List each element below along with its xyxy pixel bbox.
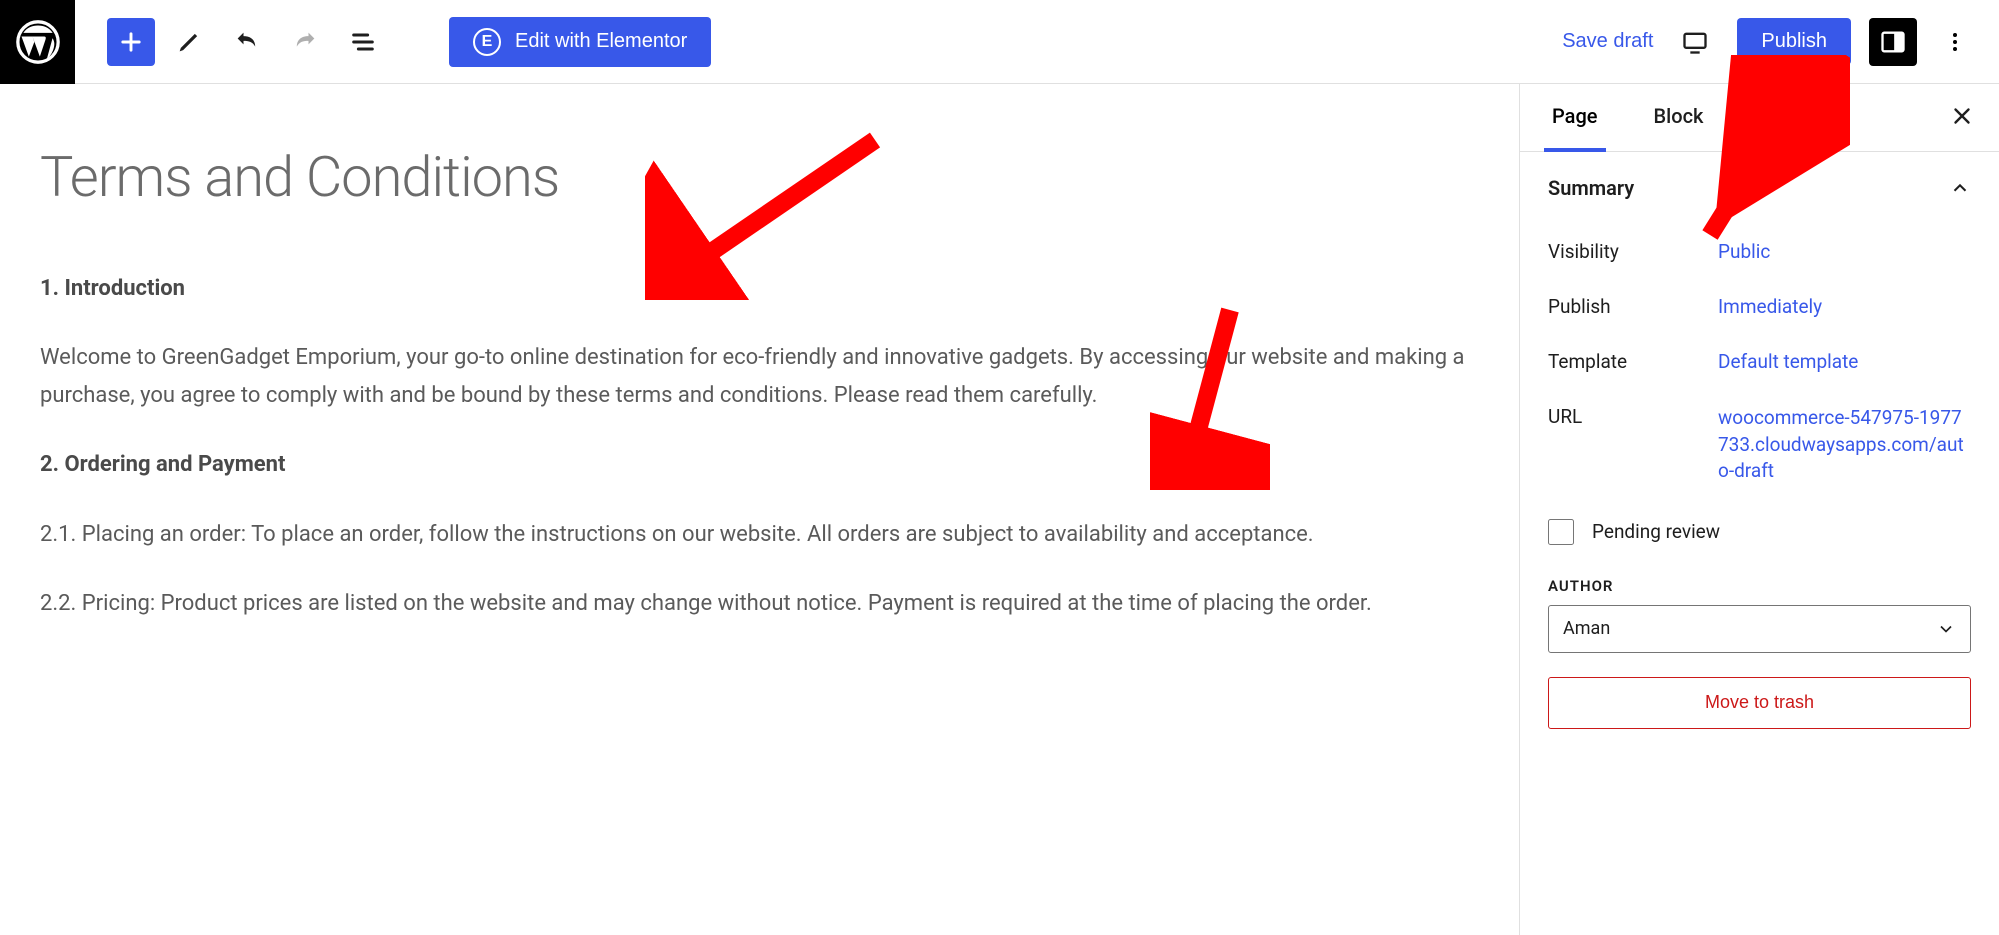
publish-date-label: Publish — [1548, 295, 1718, 318]
plus-icon — [117, 28, 145, 56]
template-value[interactable]: Default template — [1718, 350, 1858, 373]
editor-canvas[interactable]: Terms and Conditions 1. Introduction Wel… — [0, 84, 1519, 935]
pending-review-label: Pending review — [1592, 520, 1720, 543]
content-block[interactable]: 2.1. Placing an order: To place an order… — [40, 516, 1479, 553]
add-block-button[interactable] — [107, 18, 155, 66]
move-to-trash-button[interactable]: Move to trash — [1548, 677, 1971, 729]
content-block[interactable]: 1. Introduction — [40, 270, 1479, 307]
undo-button[interactable] — [223, 18, 271, 66]
url-value[interactable]: woocommerce-547975-1977733.cloudwaysapps… — [1718, 406, 1964, 482]
tab-page[interactable]: Page — [1544, 84, 1606, 152]
wordpress-icon — [16, 20, 60, 64]
visibility-value[interactable]: Public — [1718, 240, 1770, 263]
list-view-icon — [349, 28, 377, 56]
template-label: Template — [1548, 350, 1718, 373]
toolbar-right-group: Save draft Publish — [1562, 18, 1999, 66]
document-overview-button[interactable] — [339, 18, 387, 66]
summary-panel-body: Visibility Public Publish Immediately Te… — [1520, 224, 1999, 749]
template-row: Template Default template — [1548, 334, 1971, 389]
save-draft-button[interactable]: Save draft — [1562, 30, 1653, 53]
author-value: Aman — [1563, 618, 1610, 639]
publish-button[interactable]: Publish — [1737, 18, 1851, 65]
content-block[interactable]: 2.2. Pricing: Product prices are listed … — [40, 585, 1479, 622]
visibility-row: Visibility Public — [1548, 224, 1971, 279]
elementor-label: Edit with Elementor — [515, 30, 687, 53]
editor-top-bar: E Edit with Elementor Save draft Publish — [0, 0, 1999, 84]
page-content[interactable]: 1. Introduction Welcome to GreenGadget E… — [40, 270, 1479, 622]
undo-icon — [233, 28, 261, 56]
preview-button[interactable] — [1671, 18, 1719, 66]
summary-label: Summary — [1548, 176, 1634, 200]
tab-block[interactable]: Block — [1646, 84, 1712, 152]
url-row: URL woocommerce-547975-1977733.cloudways… — [1548, 389, 1971, 501]
options-button[interactable] — [1935, 18, 1975, 66]
publish-date-value[interactable]: Immediately — [1718, 295, 1822, 318]
pending-review-row[interactable]: Pending review — [1548, 501, 1971, 563]
tools-button[interactable] — [165, 18, 213, 66]
chevron-up-icon — [1949, 177, 1971, 199]
redo-icon — [291, 28, 319, 56]
content-block[interactable]: Welcome to GreenGadget Emporium, your go… — [40, 339, 1479, 414]
publish-row: Publish Immediately — [1548, 279, 1971, 334]
pending-review-checkbox[interactable] — [1548, 519, 1574, 545]
author-select[interactable]: Aman — [1548, 605, 1971, 653]
visibility-label: Visibility — [1548, 240, 1718, 263]
close-sidebar-button[interactable] — [1949, 103, 1975, 133]
chevron-down-icon — [1936, 619, 1956, 639]
content-block[interactable]: 2. Ordering and Payment — [40, 446, 1479, 483]
pencil-icon — [175, 28, 203, 56]
author-section-label: AUTHOR — [1548, 563, 1971, 605]
desktop-icon — [1681, 28, 1709, 56]
more-vertical-icon — [1943, 30, 1967, 54]
url-label: URL — [1548, 405, 1718, 485]
close-icon — [1949, 103, 1975, 129]
settings-sidebar: Page Block Summary Visibility Public Pub… — [1519, 84, 1999, 935]
sidebar-icon — [1879, 28, 1907, 56]
settings-sidebar-toggle[interactable] — [1869, 18, 1917, 66]
sidebar-tabs: Page Block — [1520, 84, 1999, 152]
redo-button[interactable] — [281, 18, 329, 66]
wordpress-logo[interactable] — [0, 0, 75, 84]
edit-with-elementor-button[interactable]: E Edit with Elementor — [449, 17, 711, 67]
toolbar-left-group: E Edit with Elementor — [75, 17, 711, 67]
summary-panel-header[interactable]: Summary — [1520, 152, 1999, 224]
elementor-icon: E — [473, 28, 501, 56]
page-title[interactable]: Terms and Conditions — [40, 144, 1479, 210]
